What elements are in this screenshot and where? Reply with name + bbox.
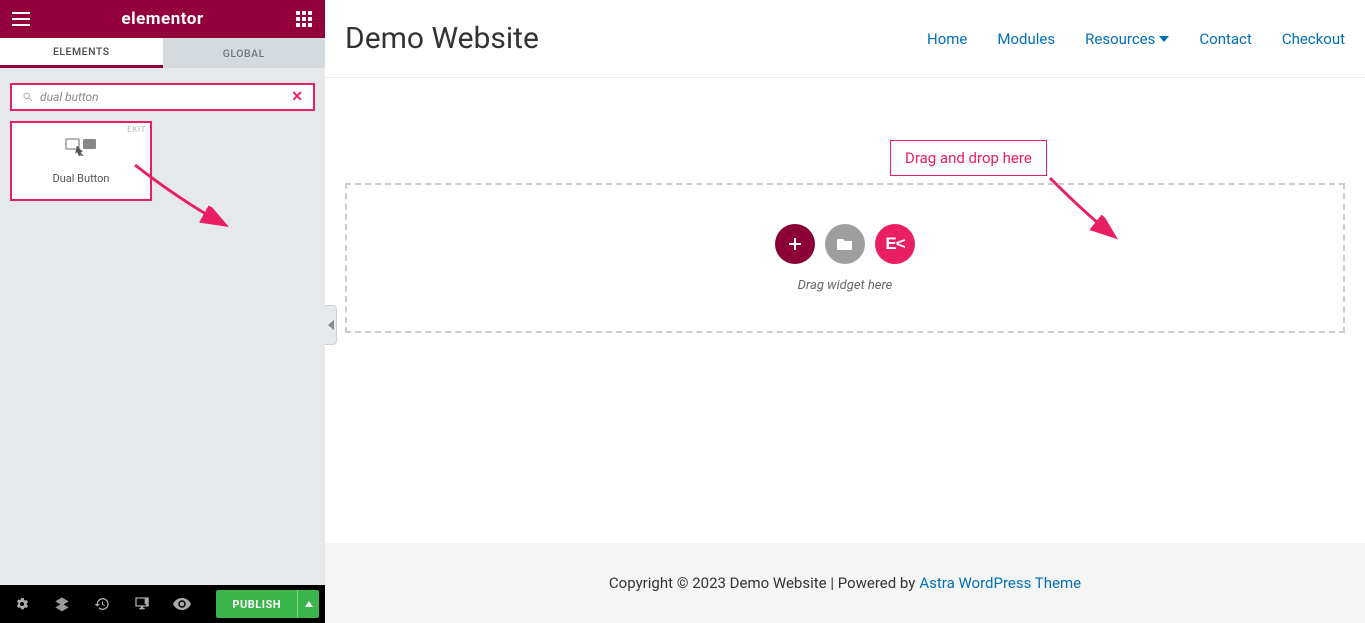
nav-modules[interactable]: Modules — [997, 30, 1055, 48]
publish-group: PUBLISH — [216, 590, 319, 618]
site-header: Demo Website Home Modules Resources Cont… — [325, 0, 1365, 78]
add-section-button[interactable] — [775, 224, 815, 264]
nav-home[interactable]: Home — [927, 30, 967, 48]
elementskit-button[interactable]: E< — [875, 224, 915, 264]
elementor-sidebar: elementor ELEMENTS GLOBAL ✕ — [0, 0, 325, 623]
apps-grid-icon[interactable] — [293, 8, 315, 30]
nav-contact[interactable]: Contact — [1199, 30, 1251, 48]
preview-icon[interactable] — [162, 585, 202, 623]
widget-badge: EKIT — [127, 125, 146, 134]
tab-elements[interactable]: ELEMENTS — [0, 38, 163, 68]
dropzone-buttons: E< — [775, 224, 915, 264]
search-wrap: ✕ — [0, 68, 325, 121]
site-title: Demo Website — [345, 21, 539, 56]
dropzone-text: Drag widget here — [798, 278, 893, 293]
ek-icon: E< — [885, 234, 904, 254]
template-library-button[interactable] — [825, 224, 865, 264]
history-icon[interactable] — [82, 585, 122, 623]
sidebar-tabs: ELEMENTS GLOBAL — [0, 38, 325, 68]
navigator-icon[interactable] — [42, 585, 82, 623]
annotation-callout: Drag and drop here — [890, 140, 1047, 176]
hamburger-icon[interactable] — [10, 8, 32, 30]
widget-label: Dual Button — [52, 172, 109, 185]
publish-button[interactable]: PUBLISH — [216, 598, 297, 611]
responsive-icon[interactable] — [122, 585, 162, 623]
canvas-body: Drag and drop here E< Drag wi — [325, 78, 1365, 543]
chevron-down-icon — [1159, 36, 1169, 42]
dual-button-icon — [65, 138, 97, 160]
site-footer: Copyright © 2023 Demo Website | Powered … — [325, 543, 1365, 623]
nav-resources[interactable]: Resources — [1085, 30, 1169, 48]
nav-resources-label: Resources — [1085, 30, 1155, 48]
folder-icon — [837, 237, 853, 251]
sidebar-header: elementor — [0, 0, 325, 38]
drop-zone[interactable]: E< Drag widget here — [345, 183, 1345, 333]
brand-label: elementor — [121, 9, 203, 29]
preview-canvas: Demo Website Home Modules Resources Cont… — [325, 0, 1365, 623]
plus-icon — [787, 236, 803, 252]
annotation-arrow-1 — [130, 160, 240, 240]
search-input[interactable] — [40, 90, 291, 104]
clear-search-icon[interactable]: ✕ — [291, 89, 303, 105]
tab-global[interactable]: GLOBAL — [163, 38, 326, 68]
site-nav: Home Modules Resources Contact Checkout — [927, 30, 1345, 48]
sidebar-bottom-bar: PUBLISH — [0, 585, 325, 623]
search-icon — [22, 88, 34, 107]
footer-theme-link[interactable]: Astra WordPress Theme — [919, 574, 1081, 592]
footer-copyright: Copyright © 2023 Demo Website | Powered … — [609, 574, 915, 592]
publish-dropdown-button[interactable] — [297, 590, 319, 618]
settings-icon[interactable] — [2, 585, 42, 623]
search-box: ✕ — [10, 83, 315, 111]
nav-checkout[interactable]: Checkout — [1282, 30, 1345, 48]
